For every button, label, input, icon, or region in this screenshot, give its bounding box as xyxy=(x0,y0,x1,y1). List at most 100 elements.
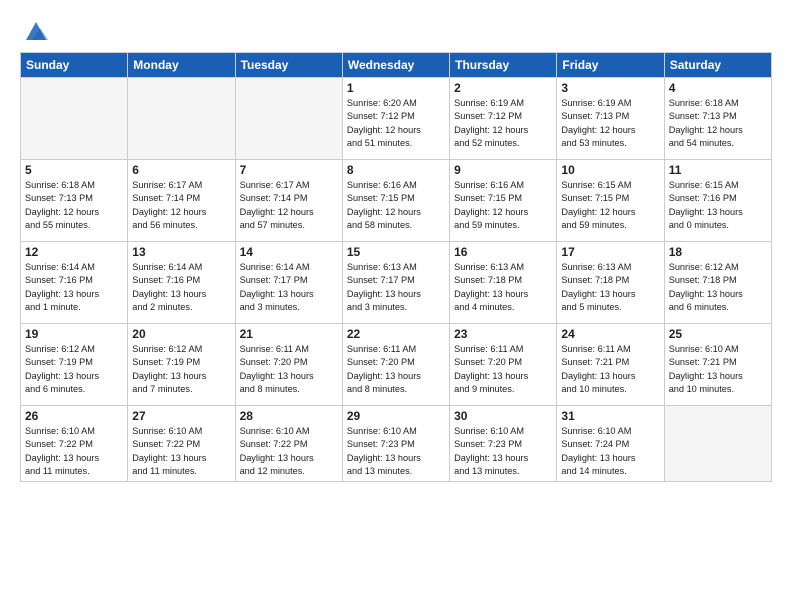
day-info: Sunrise: 6:17 AMSunset: 7:14 PMDaylight:… xyxy=(240,179,338,232)
day-info: Sunrise: 6:10 AMSunset: 7:22 PMDaylight:… xyxy=(132,425,230,478)
day-info: Sunrise: 6:17 AMSunset: 7:14 PMDaylight:… xyxy=(132,179,230,232)
day-number: 16 xyxy=(454,245,552,259)
calendar-day-cell: 22 Sunrise: 6:11 AMSunset: 7:20 PMDayligh… xyxy=(342,324,449,406)
day-info: Sunrise: 6:10 AMSunset: 7:24 PMDaylight:… xyxy=(561,425,659,478)
col-header-sunday: Sunday xyxy=(21,53,128,78)
day-number: 17 xyxy=(561,245,659,259)
day-info: Sunrise: 6:13 AMSunset: 7:17 PMDaylight:… xyxy=(347,261,445,314)
logo-icon xyxy=(22,16,50,44)
calendar-day-cell: 18 Sunrise: 6:12 AMSunset: 7:18 PMDayligh… xyxy=(664,242,771,324)
day-number: 1 xyxy=(347,81,445,95)
calendar-day-cell: 10 Sunrise: 6:15 AMSunset: 7:15 PMDayligh… xyxy=(557,160,664,242)
day-number: 28 xyxy=(240,409,338,423)
col-header-friday: Friday xyxy=(557,53,664,78)
calendar-day-cell: 25 Sunrise: 6:10 AMSunset: 7:21 PMDayligh… xyxy=(664,324,771,406)
day-number: 19 xyxy=(25,327,123,341)
calendar-day-cell: 30Sunrise: 6:10 AMSunset: 7:23 PMDayligh… xyxy=(450,406,557,482)
day-info: Sunrise: 6:19 AMSunset: 7:12 PMDaylight:… xyxy=(454,97,552,150)
day-info: Sunrise: 6:10 AMSunset: 7:23 PMDaylight:… xyxy=(347,425,445,478)
day-number: 23 xyxy=(454,327,552,341)
day-number: 10 xyxy=(561,163,659,177)
day-info: Sunrise: 6:18 AMSunset: 7:13 PMDaylight:… xyxy=(25,179,123,232)
day-number: 15 xyxy=(347,245,445,259)
calendar-day-cell: 12 Sunrise: 6:14 AMSunset: 7:16 PMDayligh… xyxy=(21,242,128,324)
day-number: 11 xyxy=(669,163,767,177)
calendar-day-cell: 1 Sunrise: 6:20 AMSunset: 7:12 PMDaylight… xyxy=(342,78,449,160)
day-info: Sunrise: 6:15 AMSunset: 7:16 PMDaylight:… xyxy=(669,179,767,232)
calendar-day-cell xyxy=(21,78,128,160)
calendar-header-row: SundayMondayTuesdayWednesdayThursdayFrid… xyxy=(21,53,772,78)
day-number: 29 xyxy=(347,409,445,423)
day-info: Sunrise: 6:13 AMSunset: 7:18 PMDaylight:… xyxy=(561,261,659,314)
day-number: 13 xyxy=(132,245,230,259)
calendar-day-cell: 15 Sunrise: 6:13 AMSunset: 7:17 PMDayligh… xyxy=(342,242,449,324)
calendar-day-cell: 24 Sunrise: 6:11 AMSunset: 7:21 PMDayligh… xyxy=(557,324,664,406)
calendar-day-cell: 8 Sunrise: 6:16 AMSunset: 7:15 PMDaylight… xyxy=(342,160,449,242)
day-info: Sunrise: 6:20 AMSunset: 7:12 PMDaylight:… xyxy=(347,97,445,150)
day-info: Sunrise: 6:19 AMSunset: 7:13 PMDaylight:… xyxy=(561,97,659,150)
day-number: 26 xyxy=(25,409,123,423)
calendar-day-cell: 20 Sunrise: 6:12 AMSunset: 7:19 PMDayligh… xyxy=(128,324,235,406)
day-info: Sunrise: 6:11 AMSunset: 7:21 PMDaylight:… xyxy=(561,343,659,396)
day-number: 31 xyxy=(561,409,659,423)
day-number: 24 xyxy=(561,327,659,341)
day-info: Sunrise: 6:14 AMSunset: 7:16 PMDaylight:… xyxy=(25,261,123,314)
calendar-day-cell: 9Sunrise: 6:16 AMSunset: 7:15 PMDaylight… xyxy=(450,160,557,242)
header xyxy=(20,16,772,44)
calendar-week-row: 26 Sunrise: 6:10 AMSunset: 7:22 PMDayligh… xyxy=(21,406,772,482)
col-header-wednesday: Wednesday xyxy=(342,53,449,78)
calendar-day-cell: 14 Sunrise: 6:14 AMSunset: 7:17 PMDayligh… xyxy=(235,242,342,324)
day-info: Sunrise: 6:12 AMSunset: 7:19 PMDaylight:… xyxy=(25,343,123,396)
day-info: Sunrise: 6:12 AMSunset: 7:19 PMDaylight:… xyxy=(132,343,230,396)
day-info: Sunrise: 6:14 AMSunset: 7:17 PMDaylight:… xyxy=(240,261,338,314)
day-number: 30 xyxy=(454,409,552,423)
day-number: 7 xyxy=(240,163,338,177)
day-number: 5 xyxy=(25,163,123,177)
col-header-monday: Monday xyxy=(128,53,235,78)
day-info: Sunrise: 6:10 AMSunset: 7:22 PMDaylight:… xyxy=(240,425,338,478)
day-number: 8 xyxy=(347,163,445,177)
calendar-day-cell xyxy=(664,406,771,482)
calendar-day-cell: 27Sunrise: 6:10 AMSunset: 7:22 PMDayligh… xyxy=(128,406,235,482)
page: SundayMondayTuesdayWednesdayThursdayFrid… xyxy=(0,0,792,612)
calendar-week-row: 19 Sunrise: 6:12 AMSunset: 7:19 PMDayligh… xyxy=(21,324,772,406)
calendar-day-cell: 16Sunrise: 6:13 AMSunset: 7:18 PMDayligh… xyxy=(450,242,557,324)
day-info: Sunrise: 6:15 AMSunset: 7:15 PMDaylight:… xyxy=(561,179,659,232)
day-number: 6 xyxy=(132,163,230,177)
calendar-day-cell: 21Sunrise: 6:11 AMSunset: 7:20 PMDayligh… xyxy=(235,324,342,406)
calendar-day-cell: 13Sunrise: 6:14 AMSunset: 7:16 PMDayligh… xyxy=(128,242,235,324)
day-info: Sunrise: 6:18 AMSunset: 7:13 PMDaylight:… xyxy=(669,97,767,150)
calendar-week-row: 12 Sunrise: 6:14 AMSunset: 7:16 PMDayligh… xyxy=(21,242,772,324)
calendar-day-cell: 11 Sunrise: 6:15 AMSunset: 7:16 PMDayligh… xyxy=(664,160,771,242)
calendar-day-cell: 2 Sunrise: 6:19 AMSunset: 7:12 PMDaylight… xyxy=(450,78,557,160)
calendar-day-cell: 23 Sunrise: 6:11 AMSunset: 7:20 PMDayligh… xyxy=(450,324,557,406)
day-info: Sunrise: 6:16 AMSunset: 7:15 PMDaylight:… xyxy=(347,179,445,232)
calendar-week-row: 5 Sunrise: 6:18 AMSunset: 7:13 PMDaylight… xyxy=(21,160,772,242)
day-number: 12 xyxy=(25,245,123,259)
day-number: 18 xyxy=(669,245,767,259)
day-info: Sunrise: 6:10 AMSunset: 7:22 PMDaylight:… xyxy=(25,425,123,478)
calendar-day-cell: 19 Sunrise: 6:12 AMSunset: 7:19 PMDayligh… xyxy=(21,324,128,406)
day-number: 25 xyxy=(669,327,767,341)
col-header-thursday: Thursday xyxy=(450,53,557,78)
day-number: 14 xyxy=(240,245,338,259)
calendar-table: SundayMondayTuesdayWednesdayThursdayFrid… xyxy=(20,52,772,482)
day-number: 9 xyxy=(454,163,552,177)
day-number: 2 xyxy=(454,81,552,95)
col-header-tuesday: Tuesday xyxy=(235,53,342,78)
calendar-day-cell: 3Sunrise: 6:19 AMSunset: 7:13 PMDaylight… xyxy=(557,78,664,160)
calendar-day-cell: 31 Sunrise: 6:10 AMSunset: 7:24 PMDayligh… xyxy=(557,406,664,482)
day-number: 20 xyxy=(132,327,230,341)
day-number: 22 xyxy=(347,327,445,341)
calendar-day-cell: 29 Sunrise: 6:10 AMSunset: 7:23 PMDayligh… xyxy=(342,406,449,482)
day-info: Sunrise: 6:10 AMSunset: 7:21 PMDaylight:… xyxy=(669,343,767,396)
calendar-day-cell xyxy=(128,78,235,160)
day-info: Sunrise: 6:12 AMSunset: 7:18 PMDaylight:… xyxy=(669,261,767,314)
calendar-week-row: 1 Sunrise: 6:20 AMSunset: 7:12 PMDaylight… xyxy=(21,78,772,160)
calendar-day-cell: 17 Sunrise: 6:13 AMSunset: 7:18 PMDayligh… xyxy=(557,242,664,324)
day-info: Sunrise: 6:11 AMSunset: 7:20 PMDaylight:… xyxy=(240,343,338,396)
day-info: Sunrise: 6:11 AMSunset: 7:20 PMDaylight:… xyxy=(454,343,552,396)
calendar-day-cell: 7 Sunrise: 6:17 AMSunset: 7:14 PMDaylight… xyxy=(235,160,342,242)
day-info: Sunrise: 6:11 AMSunset: 7:20 PMDaylight:… xyxy=(347,343,445,396)
logo xyxy=(20,16,50,44)
